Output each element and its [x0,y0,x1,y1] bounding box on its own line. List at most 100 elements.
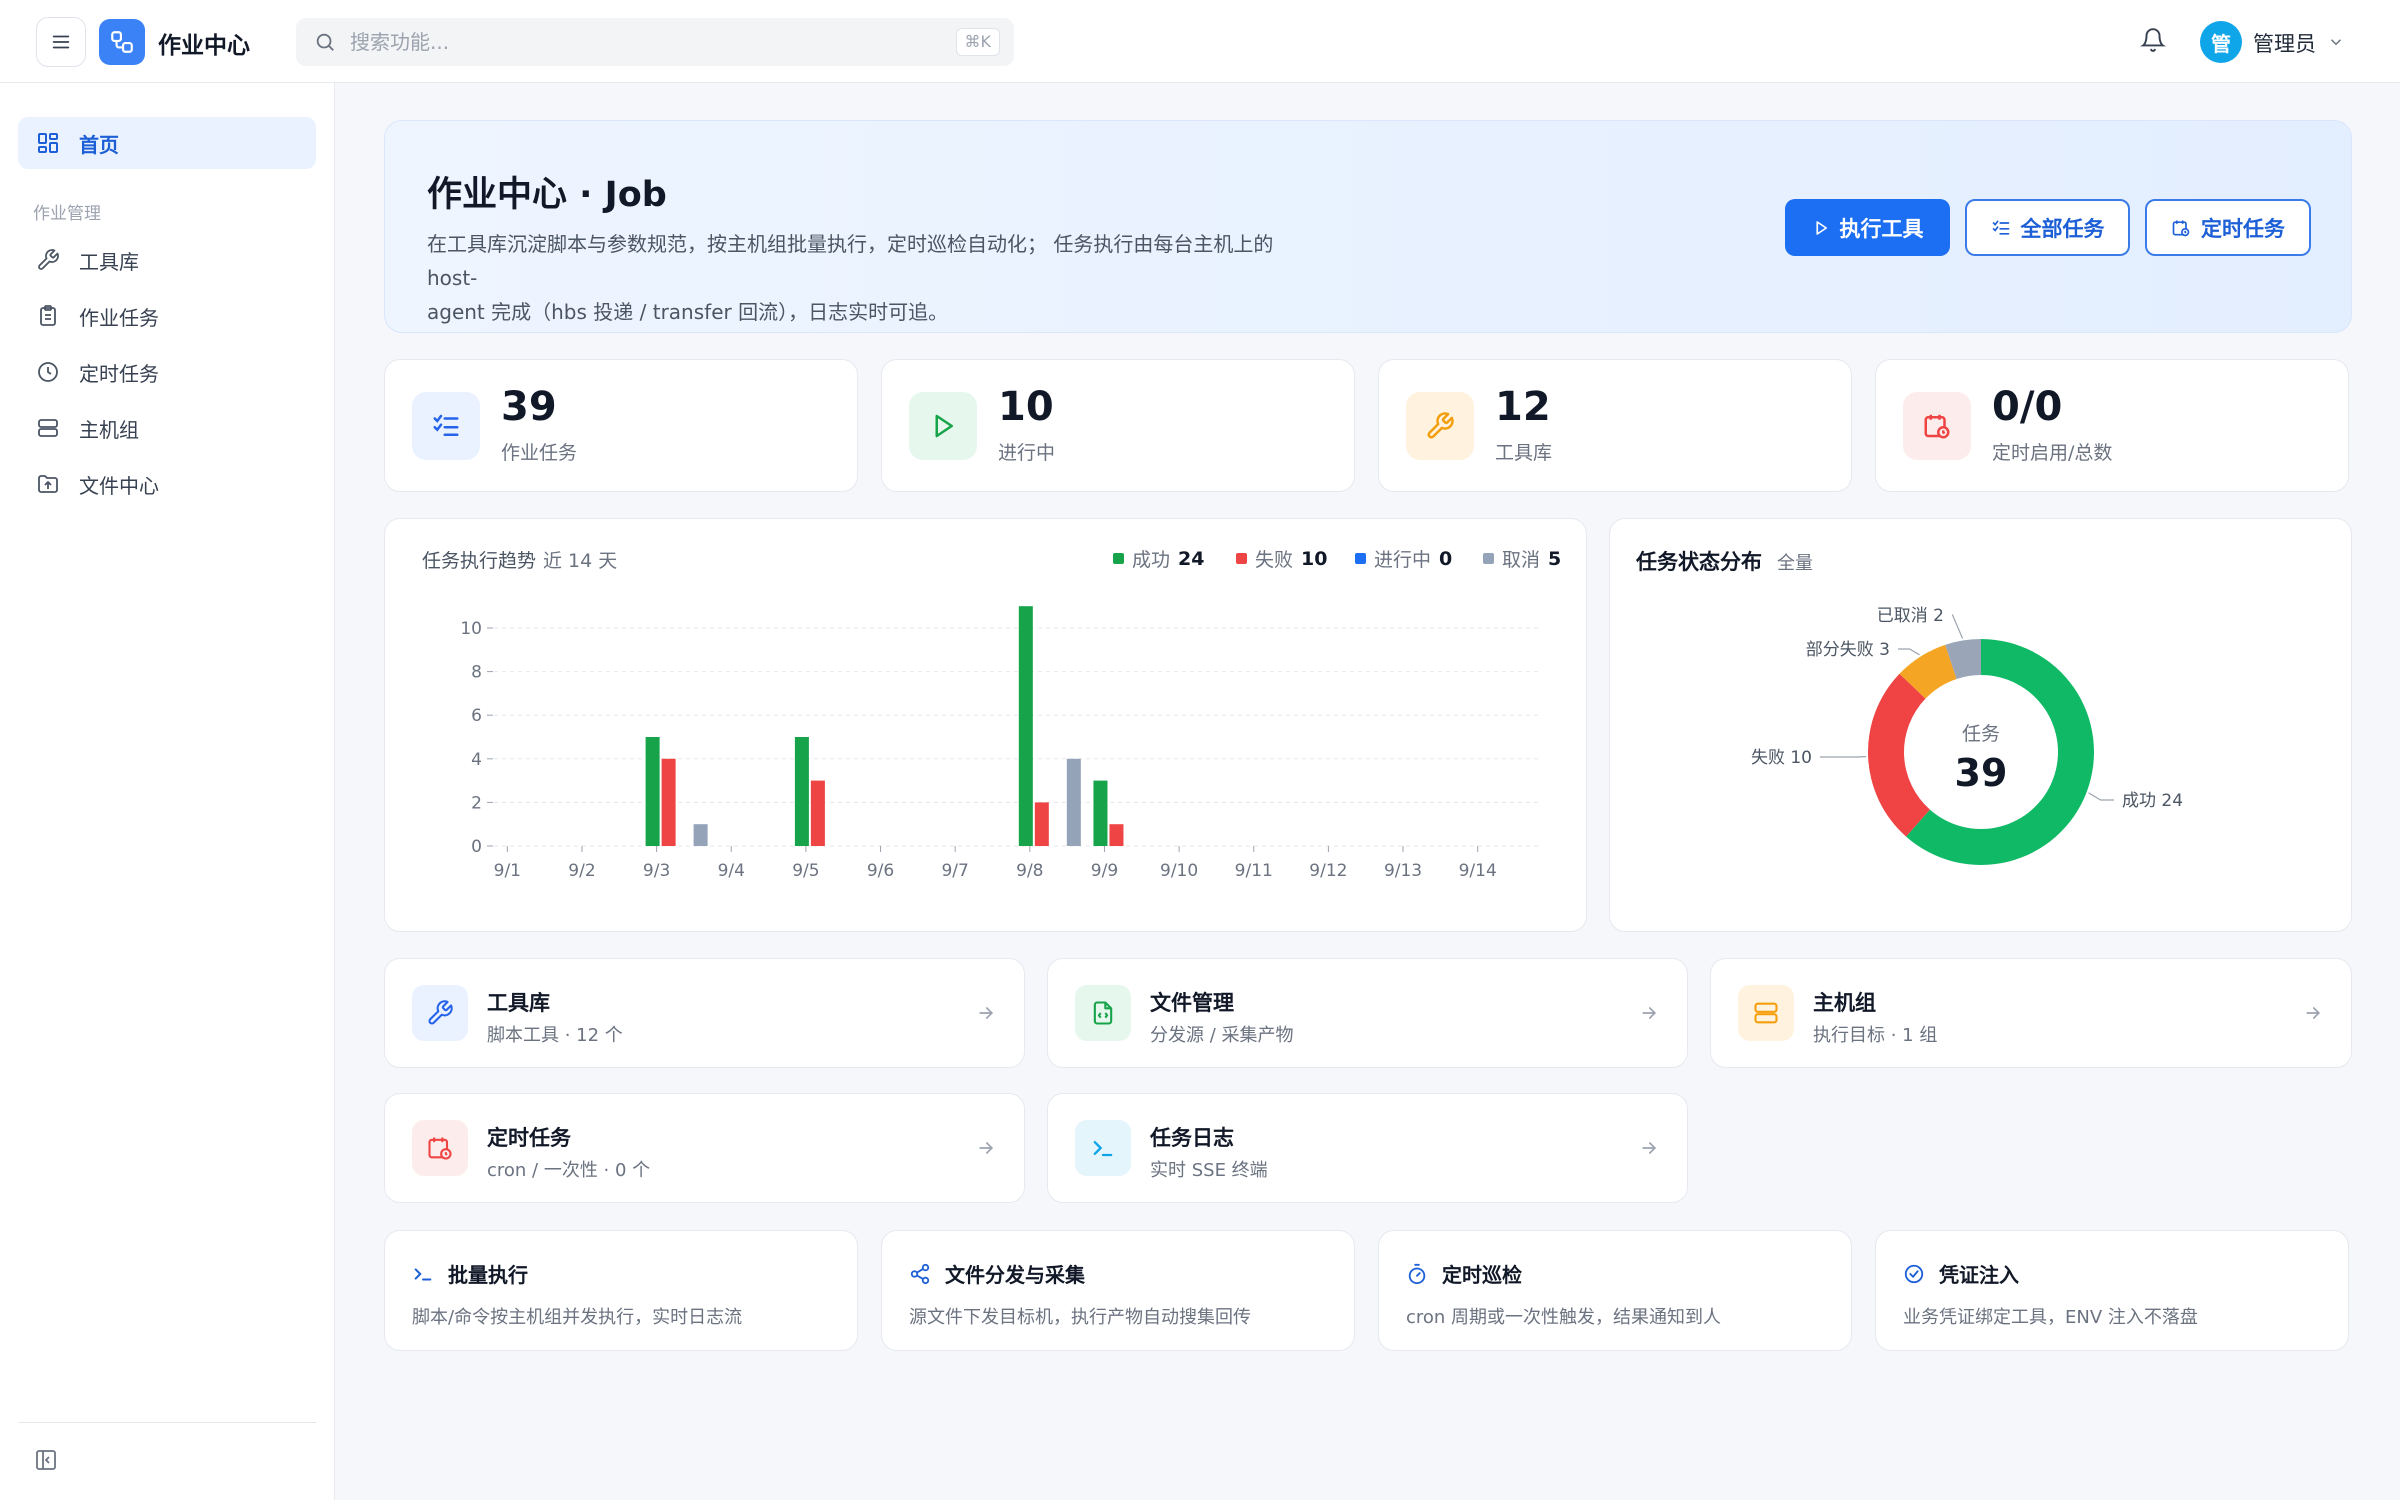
bar-取消-9/3[interactable] [693,824,708,846]
app-logo[interactable] [99,19,145,65]
calendar-clock-icon [2172,220,2190,236]
entry-card-tools[interactable]: 工具库 脚本工具 · 12 个 [384,958,1025,1068]
x-tick-label: 9/9 [1091,861,1118,881]
feature-description: 脚本/命令按主机组并发执行，实时日志流 [412,1307,743,1328]
sidebar-item-hostgroup[interactable]: 主机组 [18,402,316,454]
status-donut-chart: 成功 24 失败 10 部分失败 3 已取消 2 任务 39 [1751,606,2183,865]
clock-icon [35,359,61,385]
search-box[interactable]: ⌘K [296,18,1014,66]
search-input[interactable] [350,18,910,66]
bar-失败-9/3[interactable] [661,758,676,846]
share-icon [910,1263,930,1284]
sidebar-item-cron[interactable]: 定时任务 [18,346,316,398]
feature-title: 凭证注入 [1939,1263,2019,1287]
x-tick-label: 9/12 [1309,861,1347,881]
entry-card-files[interactable]: 文件管理 分发源 / 采集产物 [1047,958,1688,1068]
trend-bar-chart: 0 2 4 6 8 10 9/1 9/2 9/3 9/4 9/5 9/6 9/7 9/8 9/9 9/10 9/… [460,606,1539,881]
scheduled-tasks-button[interactable]: 定时任务 [2145,199,2311,256]
entry-title: 定时任务 [487,1126,571,1150]
play-icon [1815,220,1827,235]
stat-card-tools[interactable]: 12 工具库 [1378,359,1852,492]
sidebar-item-home[interactable]: 首页 [18,117,316,169]
sidebar-item-label: 首页 [79,132,119,157]
sidebar-divider [18,1422,316,1423]
sidebar-item-jobs[interactable]: 作业任务 [18,290,316,342]
y-tick-label: 6 [471,706,482,726]
x-tick-label: 9/11 [1235,861,1273,881]
calendar-clock-icon [412,1120,468,1176]
stat-label: 进行中 [998,442,1056,464]
stat-card-jobs[interactable]: 39 作业任务 [384,359,858,492]
sidebar-item-label: 文件中心 [79,473,159,498]
page-title: 作业中心 · Job [427,175,667,215]
bar-成功-9/8[interactable] [1018,606,1033,846]
bar-成功-9/3[interactable] [645,737,660,846]
stat-label: 工具库 [1495,442,1553,464]
notification-bell-icon[interactable] [2140,26,2166,54]
sidebar-item-files[interactable]: 文件中心 [18,458,316,510]
bar-失败-9/9[interactable] [1109,824,1124,846]
x-tick-label: 9/8 [1016,861,1043,881]
chevron-down-icon[interactable] [2327,33,2345,51]
slice-label: 失败 10 [1751,748,1812,768]
list-check-icon [412,392,480,460]
bar-失败-9/8[interactable] [1034,802,1049,846]
all-tasks-label: 全部任务 [2020,216,2105,241]
sidebar-item-tools[interactable]: 工具库 [18,234,316,286]
arrow-right-icon [1642,1142,1657,1154]
terminal-icon [414,1267,432,1281]
user-avatar[interactable]: 管 [2200,21,2242,63]
bar-失败-9/5[interactable] [810,780,825,846]
x-tick-label: 9/14 [1459,861,1497,881]
x-tick-label: 9/2 [568,861,595,881]
scheduled-tasks-label: 定时任务 [2201,216,2285,241]
feature-title: 定时巡检 [1442,1263,1522,1287]
entry-card-cron[interactable]: 定时任务 cron / 一次性 · 0 个 [384,1093,1025,1203]
bar-取消-9/8[interactable] [1066,758,1081,846]
search-shortcut-badge: ⌘K [955,28,1000,56]
menu-icon [52,35,70,49]
timer-icon [1408,1263,1426,1284]
x-tick-label: 9/4 [718,861,745,881]
trend-chart-card: 任务执行趋势 近 14 天 成功 24 失败 10 进行中 0 取消 5 0 2 4 6 8 10… [384,518,1587,932]
sidebar-item-label: 定时任务 [79,361,159,386]
entry-title: 任务日志 [1150,1126,1234,1150]
sidebar-collapse-icon[interactable] [34,1448,58,1472]
x-tick-label: 9/10 [1160,861,1198,881]
run-tool-label: 执行工具 [1839,216,1924,241]
search-icon [316,33,334,51]
menu-toggle-button[interactable] [36,17,86,67]
stat-card-cron[interactable]: 0/0 定时启用/总数 [1875,359,2349,492]
folder-upload-icon [35,471,61,497]
feature-title: 批量执行 [448,1263,528,1287]
stat-value: 12 [1495,384,1551,430]
stat-value: 39 [501,384,557,430]
user-name[interactable]: 管理员 [2253,28,2316,58]
sidebar: 首页 作业管理 工具库 作业任务 定时任务 主机组 文件中心 [0,83,335,1500]
sidebar-item-label: 工具库 [79,249,139,274]
entry-card-hostgroup[interactable]: 主机组 执行目标 · 1 组 [1710,958,2352,1068]
stat-card-running[interactable]: 10 进行中 [881,359,1355,492]
check-circle-icon [1904,1264,1924,1283]
list-check-icon [1992,220,2009,235]
wrench-icon [35,247,61,273]
sidebar-item-label: 主机组 [79,417,139,442]
bar-成功-9/5[interactable] [794,737,809,846]
feature-card-inspection: 定时巡检 cron 周期或一次性触发，结果通知到人 [1378,1230,1852,1351]
description-line: 在工具库沉淀脚本与参数规范，按主机组批量执行，定时巡检自动化； 任务执行由每台主… [427,232,1274,290]
feature-card-credentials: 凭证注入 业务凭证绑定工具，ENV 注入不落盘 [1875,1230,2349,1351]
x-tick-label: 9/5 [792,861,819,881]
server-icon [1738,985,1794,1041]
slice-失败[interactable] [1868,673,1930,837]
run-tool-button[interactable]: 执行工具 [1785,199,1950,256]
all-tasks-button[interactable]: 全部任务 [1965,199,2130,256]
x-tick-label: 9/7 [941,861,968,881]
entry-title: 工具库 [487,991,550,1015]
top-bar: 作业中心 ⌘K 管 管理员 [0,0,2400,83]
entry-card-logs[interactable]: 任务日志 实时 SSE 终端 [1047,1093,1688,1203]
stat-value: 10 [998,384,1054,430]
status-distribution-card: 任务状态分布 全量 成功 24 失败 10 部分失败 3 已取消 2 任务 39 [1609,518,2352,932]
bar-成功-9/9[interactable] [1093,780,1108,846]
file-code-icon [1075,985,1131,1041]
play-icon [909,392,977,460]
